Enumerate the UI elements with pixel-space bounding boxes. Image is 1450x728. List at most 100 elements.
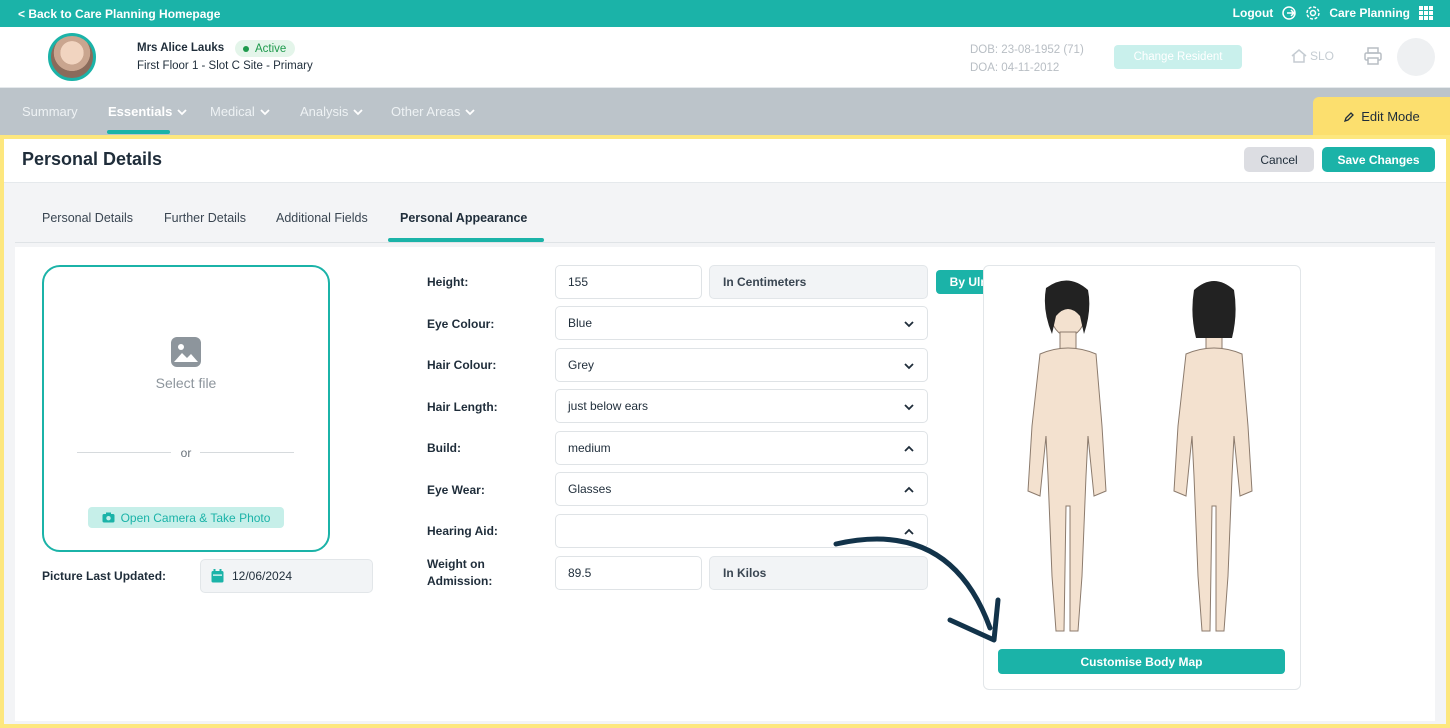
customise-body-map-button[interactable]: Customise Body Map (998, 649, 1285, 674)
nav-analysis[interactable]: Analysis (300, 104, 364, 119)
eye-colour-select[interactable]: Blue (555, 306, 928, 340)
open-camera-button[interactable]: Open Camera & Take Photo (88, 507, 284, 528)
weight-input[interactable]: 89.5 (555, 556, 702, 590)
top-bar: < Back to Care Planning Homepage Logout … (0, 0, 1450, 27)
status-label: Active (255, 42, 287, 55)
divider (77, 452, 171, 453)
chevron-down-icon (353, 108, 364, 115)
gear-icon[interactable] (1305, 5, 1321, 21)
eye-wear-select[interactable]: Glasses (555, 472, 928, 506)
printer-icon[interactable] (1363, 46, 1383, 66)
back-hair (1192, 281, 1236, 338)
calendar-icon (211, 569, 224, 583)
title-bar (4, 139, 1446, 183)
nav-medical[interactable]: Medical (210, 104, 271, 119)
top-bar-actions: Logout Care Planning (1233, 5, 1434, 21)
chevron-down-icon (904, 321, 914, 328)
hair-length-label: Hair Length: (427, 400, 498, 414)
resident-avatar (48, 33, 96, 81)
body-back (1173, 291, 1253, 632)
eye-colour-label: Eye Colour: (427, 317, 495, 331)
nav-summary[interactable]: Summary (22, 104, 78, 119)
tab-personal-details[interactable]: Personal Details (42, 211, 133, 225)
hair-colour-value: Grey (568, 358, 595, 372)
weight-label-line-1: Weight on (427, 557, 485, 571)
user-avatar[interactable] (1397, 38, 1435, 76)
weight-label-line-2: Admission: (427, 574, 493, 588)
home-icon (1291, 49, 1307, 63)
edit-mode-label: Edit Mode (1361, 109, 1420, 124)
picture-last-updated-label: Picture Last Updated: (42, 569, 167, 583)
tab-further-details[interactable]: Further Details (164, 211, 246, 225)
height-label: Height: (427, 275, 469, 289)
body-front (1027, 291, 1107, 632)
change-resident-button[interactable]: Change Resident (1114, 45, 1242, 69)
eye-colour-value: Blue (568, 316, 593, 330)
build-select[interactable]: medium (555, 431, 928, 465)
nav-summary-label: Summary (22, 104, 78, 119)
home-label: SLO (1310, 49, 1335, 63)
build-value: medium (568, 441, 611, 455)
page-title: Personal Details (22, 149, 163, 169)
logout-link[interactable]: Logout (1233, 6, 1274, 20)
hair-colour-label: Hair Colour: (427, 358, 497, 372)
resident-header: Mrs Alice Lauks Active First Floor 1 - S… (0, 27, 1450, 88)
resident-name: Mrs Alice Lauks (137, 42, 225, 54)
nav-active-underline (107, 130, 170, 134)
tab-personal-appearance[interactable]: Personal Appearance (400, 211, 527, 225)
pencil-icon (1344, 111, 1355, 122)
select-file-label[interactable]: Select file (42, 375, 330, 391)
tab-active-underline (388, 238, 544, 242)
hair-length-select[interactable]: just below ears (555, 389, 928, 423)
picture-date-field[interactable]: 12/06/2024 (200, 559, 373, 593)
open-camera-label: Open Camera & Take Photo (120, 510, 271, 525)
home-link[interactable]: SLO (1290, 47, 1334, 65)
height-value: 155 (568, 275, 589, 289)
hair-length-value: just below ears (568, 399, 649, 413)
divider (200, 452, 294, 453)
nav-essentials[interactable]: Essentials (108, 104, 188, 119)
camera-icon (102, 512, 115, 523)
nav-essentials-label: Essentials (108, 104, 173, 119)
build-label: Build: (427, 441, 461, 455)
nav-analysis-label: Analysis (300, 104, 349, 119)
resident-location: First Floor 1 - Slot C Site - Primary (137, 60, 313, 72)
cancel-button[interactable]: Cancel (1244, 147, 1314, 172)
or-label: or (180, 446, 192, 460)
hair-colour-select[interactable]: Grey (555, 348, 928, 382)
chevron-down-icon (177, 108, 187, 115)
chevron-up-icon (904, 486, 914, 493)
status-dot (243, 45, 249, 52)
nav-other-areas-label: Other Areas (391, 104, 461, 119)
weight-value: 89.5 (568, 566, 592, 580)
chevron-down-icon (904, 404, 914, 411)
save-changes-button[interactable]: Save Changes (1322, 147, 1435, 172)
nav-medical-label: Medical (210, 104, 255, 119)
eye-wear-value: Glasses (568, 482, 612, 496)
chevron-down-icon (904, 363, 914, 370)
height-unit: In Centimeters (709, 265, 928, 299)
nav-other-areas[interactable]: Other Areas (391, 104, 476, 119)
back-to-homepage-link[interactable]: < Back to Care Planning Homepage (18, 7, 220, 21)
image-icon[interactable] (170, 336, 202, 368)
tab-additional-fields[interactable]: Additional Fields (276, 211, 368, 225)
body-map-panel (983, 265, 1301, 690)
eye-wear-label: Eye Wear: (427, 483, 485, 497)
picture-date-value: 12/06/2024 (232, 569, 293, 583)
arrow-icon (833, 536, 1001, 643)
resident-dates: DOB: 23-08-1952 (71) DOA: 04-11-2012 (970, 41, 1084, 77)
chevron-down-icon (465, 108, 476, 115)
status-badge: Active (235, 40, 296, 57)
dob-label: DOB: 23-08-1952 (71) (970, 44, 1084, 56)
hearing-aid-label: Hearing Aid: (427, 524, 498, 538)
doa-label: DOA: 04-11-2012 (970, 62, 1060, 74)
chevron-down-icon (260, 108, 270, 115)
height-input[interactable]: 155 (555, 265, 702, 299)
main-nav: Summary Essentials Medical Analysis Othe… (0, 88, 1450, 135)
weight-label: Weight on Admission: (427, 556, 492, 590)
body-map-figure[interactable] (984, 276, 1302, 656)
logout-icon[interactable] (1281, 5, 1297, 21)
grid-icon[interactable] (1418, 5, 1434, 21)
app-name-label[interactable]: Care Planning (1329, 6, 1410, 20)
edit-mode-button[interactable]: Edit Mode (1313, 97, 1450, 136)
